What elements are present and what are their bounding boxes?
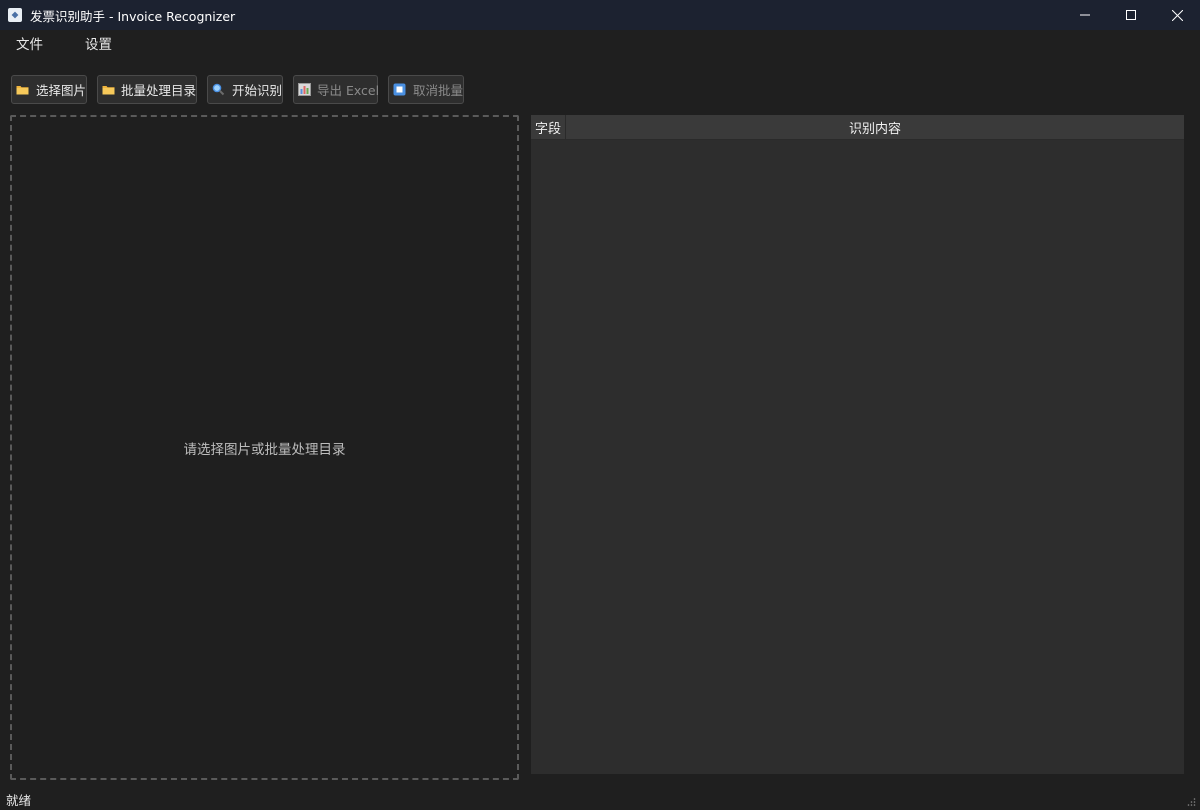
resize-grip-icon[interactable] [1186, 797, 1196, 807]
window-controls [1062, 0, 1200, 30]
column-header-field[interactable]: 字段 [531, 115, 566, 139]
close-icon [1171, 9, 1183, 21]
image-preview-area[interactable]: 请选择图片或批量处理目录 [10, 115, 519, 780]
preview-placeholder: 请选择图片或批量处理目录 [183, 441, 346, 458]
batch-directory-label: 批量处理目录 [121, 83, 197, 98]
status-bar: 就绪 [0, 788, 1200, 810]
cancel-batch-button[interactable]: 取消批量 [388, 75, 464, 104]
select-image-label: 选择图片 [35, 83, 86, 98]
column-header-content[interactable]: 识别内容 [566, 115, 1184, 139]
status-text: 就绪 [6, 792, 32, 808]
batch-directory-button[interactable]: 批量处理目录 [97, 75, 197, 104]
minimize-icon [1080, 14, 1090, 16]
maximize-icon [1126, 10, 1136, 20]
result-table[interactable]: 字段 识别内容 [531, 115, 1184, 774]
magnifier-icon [212, 82, 226, 98]
maximize-button[interactable] [1108, 0, 1154, 30]
menu-file[interactable]: 文件 [0, 30, 59, 60]
export-excel-button[interactable]: 导出 Excel [293, 75, 380, 104]
select-image-button[interactable]: 选择图片 [11, 75, 87, 104]
minimize-button[interactable] [1062, 0, 1108, 30]
chart-icon [298, 82, 311, 98]
menu-settings[interactable]: 设置 [69, 30, 128, 60]
window-title: 发票识别助手 - Invoice Recognizer [30, 8, 236, 24]
start-recognition-button[interactable]: 开始识别 [207, 75, 283, 104]
start-recognition-label: 开始识别 [231, 83, 282, 98]
cancel-batch-label: 取消批量 [412, 83, 463, 98]
folder-icon [102, 82, 115, 98]
export-excel-label: 导出 Excel [317, 83, 380, 98]
folder-icon [16, 82, 30, 98]
title-bar: 发票识别助手 - Invoice Recognizer [0, 0, 1200, 30]
stop-icon [393, 82, 407, 98]
close-button[interactable] [1154, 0, 1200, 30]
table-header: 字段 识别内容 [531, 115, 1184, 140]
app-logo-icon [8, 8, 22, 22]
menu-bar: 文件 设置 [0, 30, 1200, 60]
toolbar: 选择图片 批量处理目录 开始识别 导出 Excel 取消批量 [11, 75, 464, 104]
